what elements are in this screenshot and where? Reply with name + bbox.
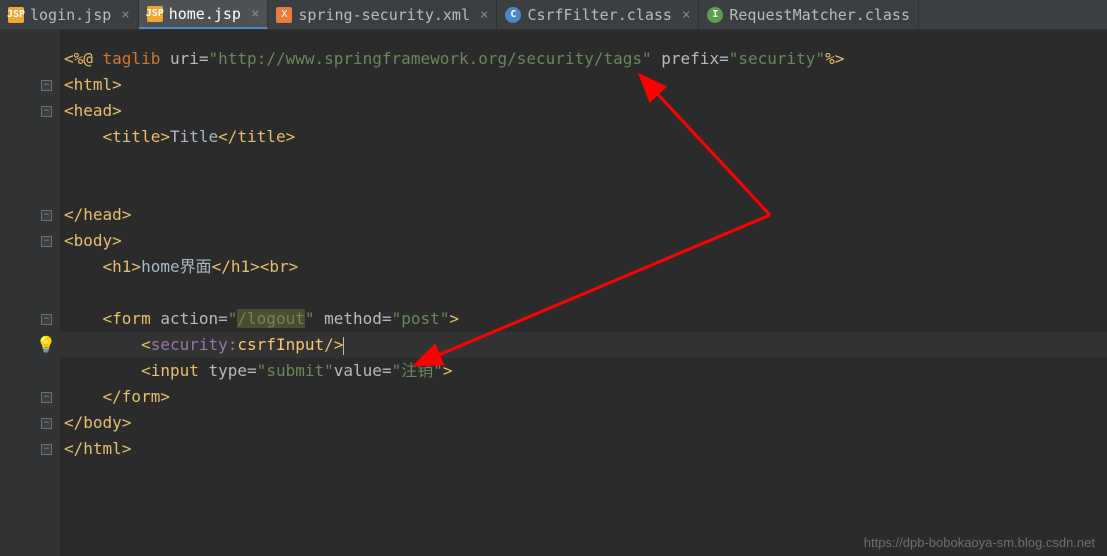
lightbulb-icon[interactable]: 💡 (36, 332, 56, 358)
watermark: https://dpb-bobokaoya-sm.blog.csdn.net (864, 535, 1095, 550)
tab-login[interactable]: JSP login.jsp × (0, 0, 139, 29)
close-icon[interactable]: × (682, 7, 690, 23)
code-area[interactable]: <%@ taglib uri="http://www.springframewo… (60, 30, 1107, 556)
tab-csrf-filter[interactable]: C CsrfFilter.class × (497, 0, 699, 29)
fold-icon[interactable]: − (41, 210, 52, 221)
code-line: </head> (60, 202, 1107, 228)
tab-label: CsrfFilter.class (527, 6, 672, 24)
fold-icon[interactable]: − (41, 418, 52, 429)
code-line: <head> (60, 98, 1107, 124)
code-line: <form action="/logout" method="post"> (60, 306, 1107, 332)
jsp-icon: JSP (147, 6, 163, 22)
fold-icon[interactable]: − (41, 106, 52, 117)
jsp-icon: JSP (8, 7, 24, 23)
interface-icon: I (707, 7, 723, 23)
caret (343, 337, 344, 355)
code-line: <title>Title</title> (60, 124, 1107, 150)
tab-request-matcher[interactable]: I RequestMatcher.class (699, 0, 919, 29)
code-line: </body> (60, 410, 1107, 436)
code-line: <h1>home界面</h1><br> (60, 254, 1107, 280)
fold-icon[interactable]: − (41, 314, 52, 325)
tab-label: RequestMatcher.class (729, 6, 910, 24)
code-line: <%@ taglib uri="http://www.springframewo… (60, 46, 1107, 72)
code-line: <html> (60, 72, 1107, 98)
close-icon[interactable]: × (251, 6, 259, 22)
tab-label: spring-security.xml (298, 6, 470, 24)
code-line (60, 280, 1107, 306)
code-line: <body> (60, 228, 1107, 254)
tab-home[interactable]: JSP home.jsp × (139, 0, 269, 29)
class-icon: C (505, 7, 521, 23)
fold-icon[interactable]: − (41, 392, 52, 403)
fold-icon[interactable]: − (41, 236, 52, 247)
code-line: </html> (60, 436, 1107, 462)
fold-icon[interactable]: − (41, 444, 52, 455)
code-line (60, 150, 1107, 176)
xml-icon: X (276, 7, 292, 23)
tab-label: login.jsp (30, 6, 111, 24)
close-icon[interactable]: × (480, 7, 488, 23)
editor: − − − − − − − − <%@ taglib uri="http://w… (0, 30, 1107, 556)
code-line (60, 176, 1107, 202)
tab-bar: JSP login.jsp × JSP home.jsp × X spring-… (0, 0, 1107, 30)
gutter: − − − − − − − − (0, 30, 60, 556)
code-line: <input type="submit"value="注销"> (60, 358, 1107, 384)
code-line: </form> (60, 384, 1107, 410)
tab-label: home.jsp (169, 5, 241, 23)
close-icon[interactable]: × (121, 7, 129, 23)
code-line-active: 💡 <security:csrfInput/> (60, 332, 1107, 358)
fold-icon[interactable]: − (41, 80, 52, 91)
tab-spring-security[interactable]: X spring-security.xml × (268, 0, 497, 29)
